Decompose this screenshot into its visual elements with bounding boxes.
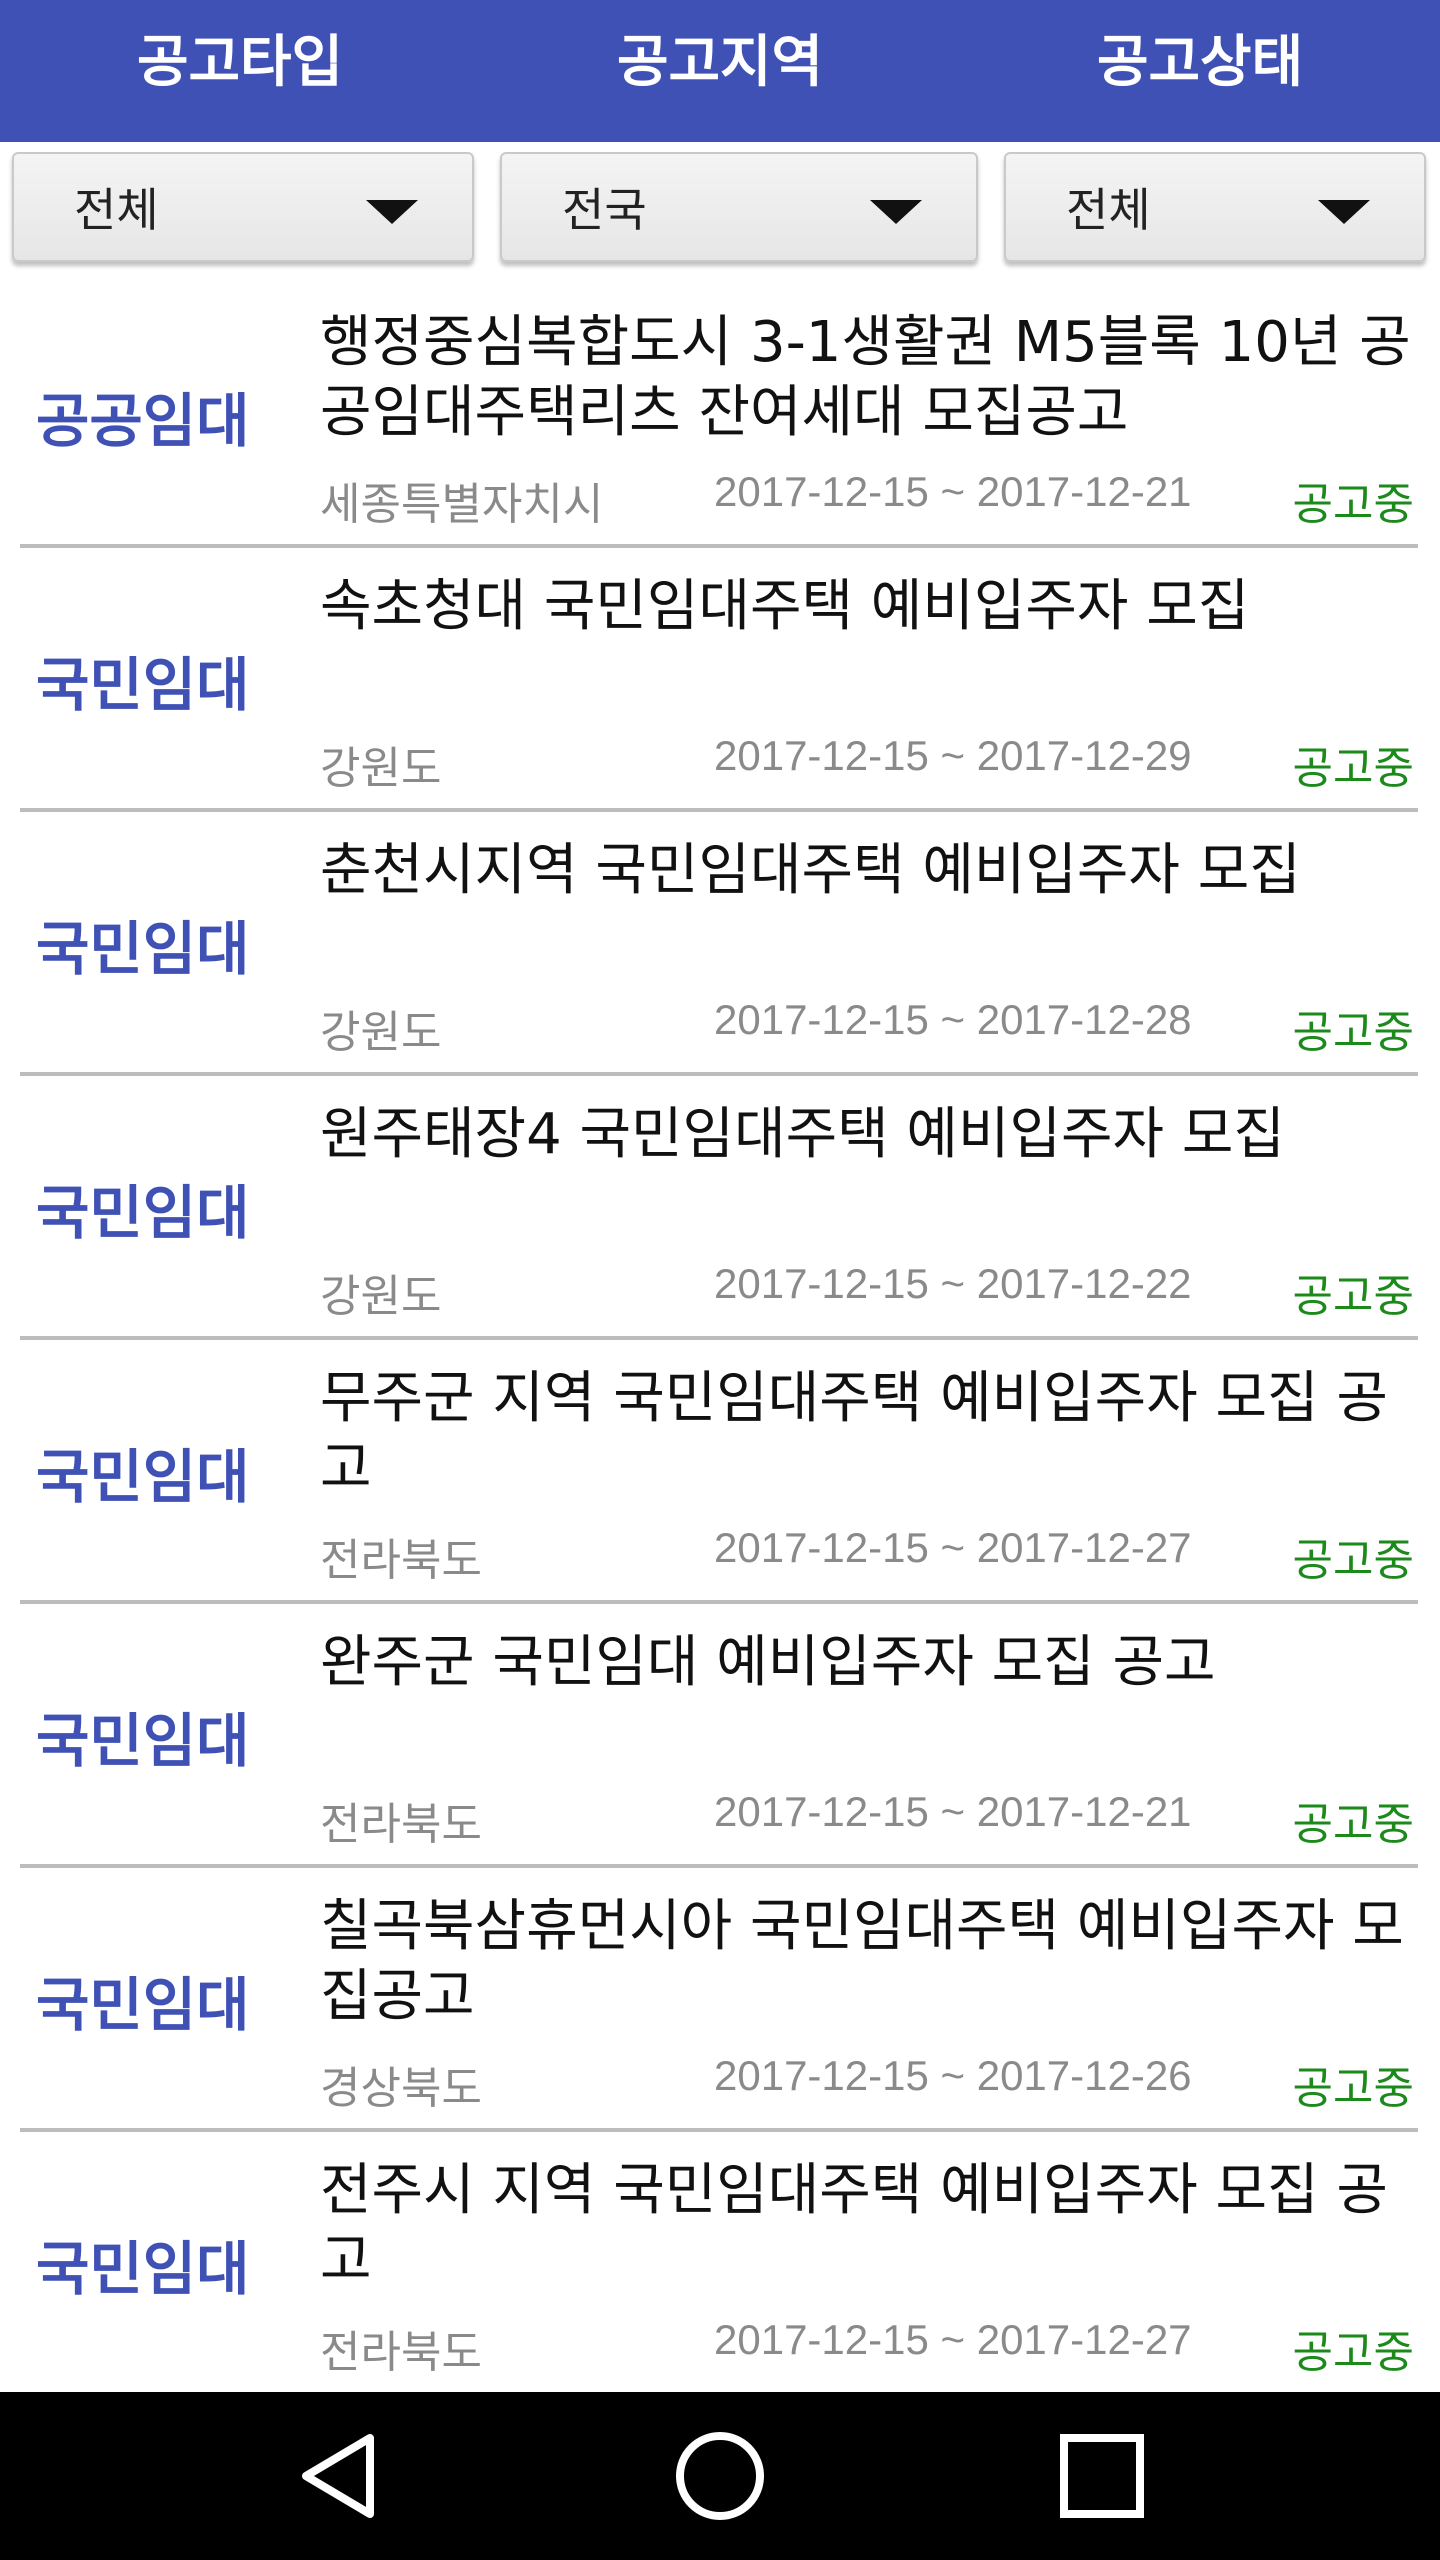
notice-title: 춘천시지역 국민임대주택 예비입주자 모집 xyxy=(320,838,1301,903)
notice-type-label: 국민임대 xyxy=(36,651,250,719)
notice-period: 2017-12-15 ~ 2017-12-28 xyxy=(714,996,1192,1043)
notice-title: 속초청대 국민임대주택 예비입주자 모집 xyxy=(320,574,1250,639)
notice-title: 무주군 지역 국민임대주택 예비입주자 모집 공고 xyxy=(320,1366,1388,1501)
list-item[interactable]: 국민임대 완주군 국민임대 예비입주자 모집 공고 전라북도 2017-12-1… xyxy=(0,1604,1440,1868)
notice-region: 강원도 xyxy=(320,1007,442,1058)
notice-region: 세종특별자치시 xyxy=(320,479,604,530)
notice-period: 2017-12-15 ~ 2017-12-29 xyxy=(714,732,1192,779)
notice-list: 공공임대 행정중심복합도시 3-1생활권 M5블록 10년 공공임대주택리츠 잔… xyxy=(0,284,1440,2396)
status-filter-dropdown[interactable]: 전체 xyxy=(1004,152,1426,262)
notice-period: 2017-12-15 ~ 2017-12-26 xyxy=(714,2052,1192,2099)
notice-status-badge: 공고중 xyxy=(1292,1007,1414,1058)
list-item[interactable]: 국민임대 원주태장4 국민임대주택 예비입주자 모집 강원도 2017-12-1… xyxy=(0,1076,1440,1340)
chevron-down-icon xyxy=(366,200,418,224)
notice-period: 2017-12-15 ~ 2017-12-21 xyxy=(714,468,1192,515)
list-item[interactable]: 공공임대 행정중심복합도시 3-1생활권 M5블록 10년 공공임대주택리츠 잔… xyxy=(0,284,1440,548)
back-icon xyxy=(302,2434,374,2518)
type-filter-dropdown[interactable]: 전체 xyxy=(12,152,474,262)
notice-type-label: 국민임대 xyxy=(36,1443,250,1511)
status-filter-value: 전체 xyxy=(1066,183,1151,237)
notice-region: 전라북도 xyxy=(320,2327,482,2378)
notice-region: 경상북도 xyxy=(320,2063,482,2114)
notice-region: 전라북도 xyxy=(320,1535,482,1586)
notice-status-badge: 공고중 xyxy=(1292,479,1414,530)
list-item[interactable]: 국민임대 춘천시지역 국민임대주택 예비입주자 모집 강원도 2017-12-1… xyxy=(0,812,1440,1076)
list-item[interactable]: 국민임대 전주시 지역 국민임대주택 예비입주자 모집 공고 전라북도 2017… xyxy=(0,2132,1440,2396)
type-filter-value: 전체 xyxy=(74,183,159,237)
chevron-down-icon xyxy=(1318,200,1370,224)
notice-region: 전라북도 xyxy=(320,1799,482,1850)
notice-type-label: 공공임대 xyxy=(36,387,250,455)
home-button[interactable] xyxy=(620,2392,820,2560)
list-item[interactable]: 국민임대 칠곡북삼휴먼시아 국민임대주택 예비입주자 모집공고 경상북도 201… xyxy=(0,1868,1440,2132)
list-item[interactable]: 국민임대 무주군 지역 국민임대주택 예비입주자 모집 공고 전라북도 2017… xyxy=(0,1340,1440,1604)
notice-region: 강원도 xyxy=(320,1271,442,1322)
notice-type-label: 국민임대 xyxy=(36,1707,250,1775)
notice-title: 칠곡북삼휴먼시아 국민임대주택 예비입주자 모집공고 xyxy=(320,1894,1404,2029)
tab-notice-status[interactable]: 공고상태 xyxy=(960,0,1440,142)
tab-header: 공고타입 공고지역 공고상태 xyxy=(0,0,1440,142)
region-filter-dropdown[interactable]: 전국 xyxy=(500,152,978,262)
system-nav-bar xyxy=(0,2392,1440,2560)
notice-type-label: 국민임대 xyxy=(36,1179,250,1247)
list-item[interactable]: 국민임대 속초청대 국민임대주택 예비입주자 모집 강원도 2017-12-15… xyxy=(0,548,1440,812)
notice-status-badge: 공고중 xyxy=(1292,2327,1414,2378)
back-button[interactable] xyxy=(240,2392,440,2560)
tab-notice-type[interactable]: 공고타입 xyxy=(0,0,480,142)
notice-region: 강원도 xyxy=(320,743,442,794)
notice-period: 2017-12-15 ~ 2017-12-21 xyxy=(714,1788,1192,1835)
notice-type-label: 국민임대 xyxy=(36,915,250,983)
filter-bar: 전체 전국 전체 xyxy=(0,142,1440,270)
recents-icon xyxy=(1060,2434,1144,2518)
notice-status-badge: 공고중 xyxy=(1292,1271,1414,1322)
notice-type-label: 국민임대 xyxy=(36,2235,250,2303)
notice-status-badge: 공고중 xyxy=(1292,1799,1414,1850)
notice-type-label: 국민임대 xyxy=(36,1971,250,2039)
notice-status-badge: 공고중 xyxy=(1292,743,1414,794)
home-icon xyxy=(676,2432,764,2520)
tab-notice-region[interactable]: 공고지역 xyxy=(480,0,960,142)
region-filter-value: 전국 xyxy=(562,183,647,237)
chevron-down-icon xyxy=(870,200,922,224)
notice-status-badge: 공고중 xyxy=(1292,1535,1414,1586)
notice-period: 2017-12-15 ~ 2017-12-27 xyxy=(714,1524,1192,1571)
notice-title: 행정중심복합도시 3-1생활권 M5블록 10년 공공임대주택리츠 잔여세대 모… xyxy=(320,310,1411,445)
notice-status-badge: 공고중 xyxy=(1292,2063,1414,2114)
notice-period: 2017-12-15 ~ 2017-12-22 xyxy=(714,1260,1192,1307)
notice-title: 완주군 국민임대 예비입주자 모집 공고 xyxy=(320,1630,1216,1695)
recents-button[interactable] xyxy=(1002,2392,1202,2560)
notice-title: 원주태장4 국민임대주택 예비입주자 모집 xyxy=(320,1102,1285,1167)
notice-title: 전주시 지역 국민임대주택 예비입주자 모집 공고 xyxy=(320,2158,1388,2293)
notice-period: 2017-12-15 ~ 2017-12-27 xyxy=(714,2316,1192,2363)
